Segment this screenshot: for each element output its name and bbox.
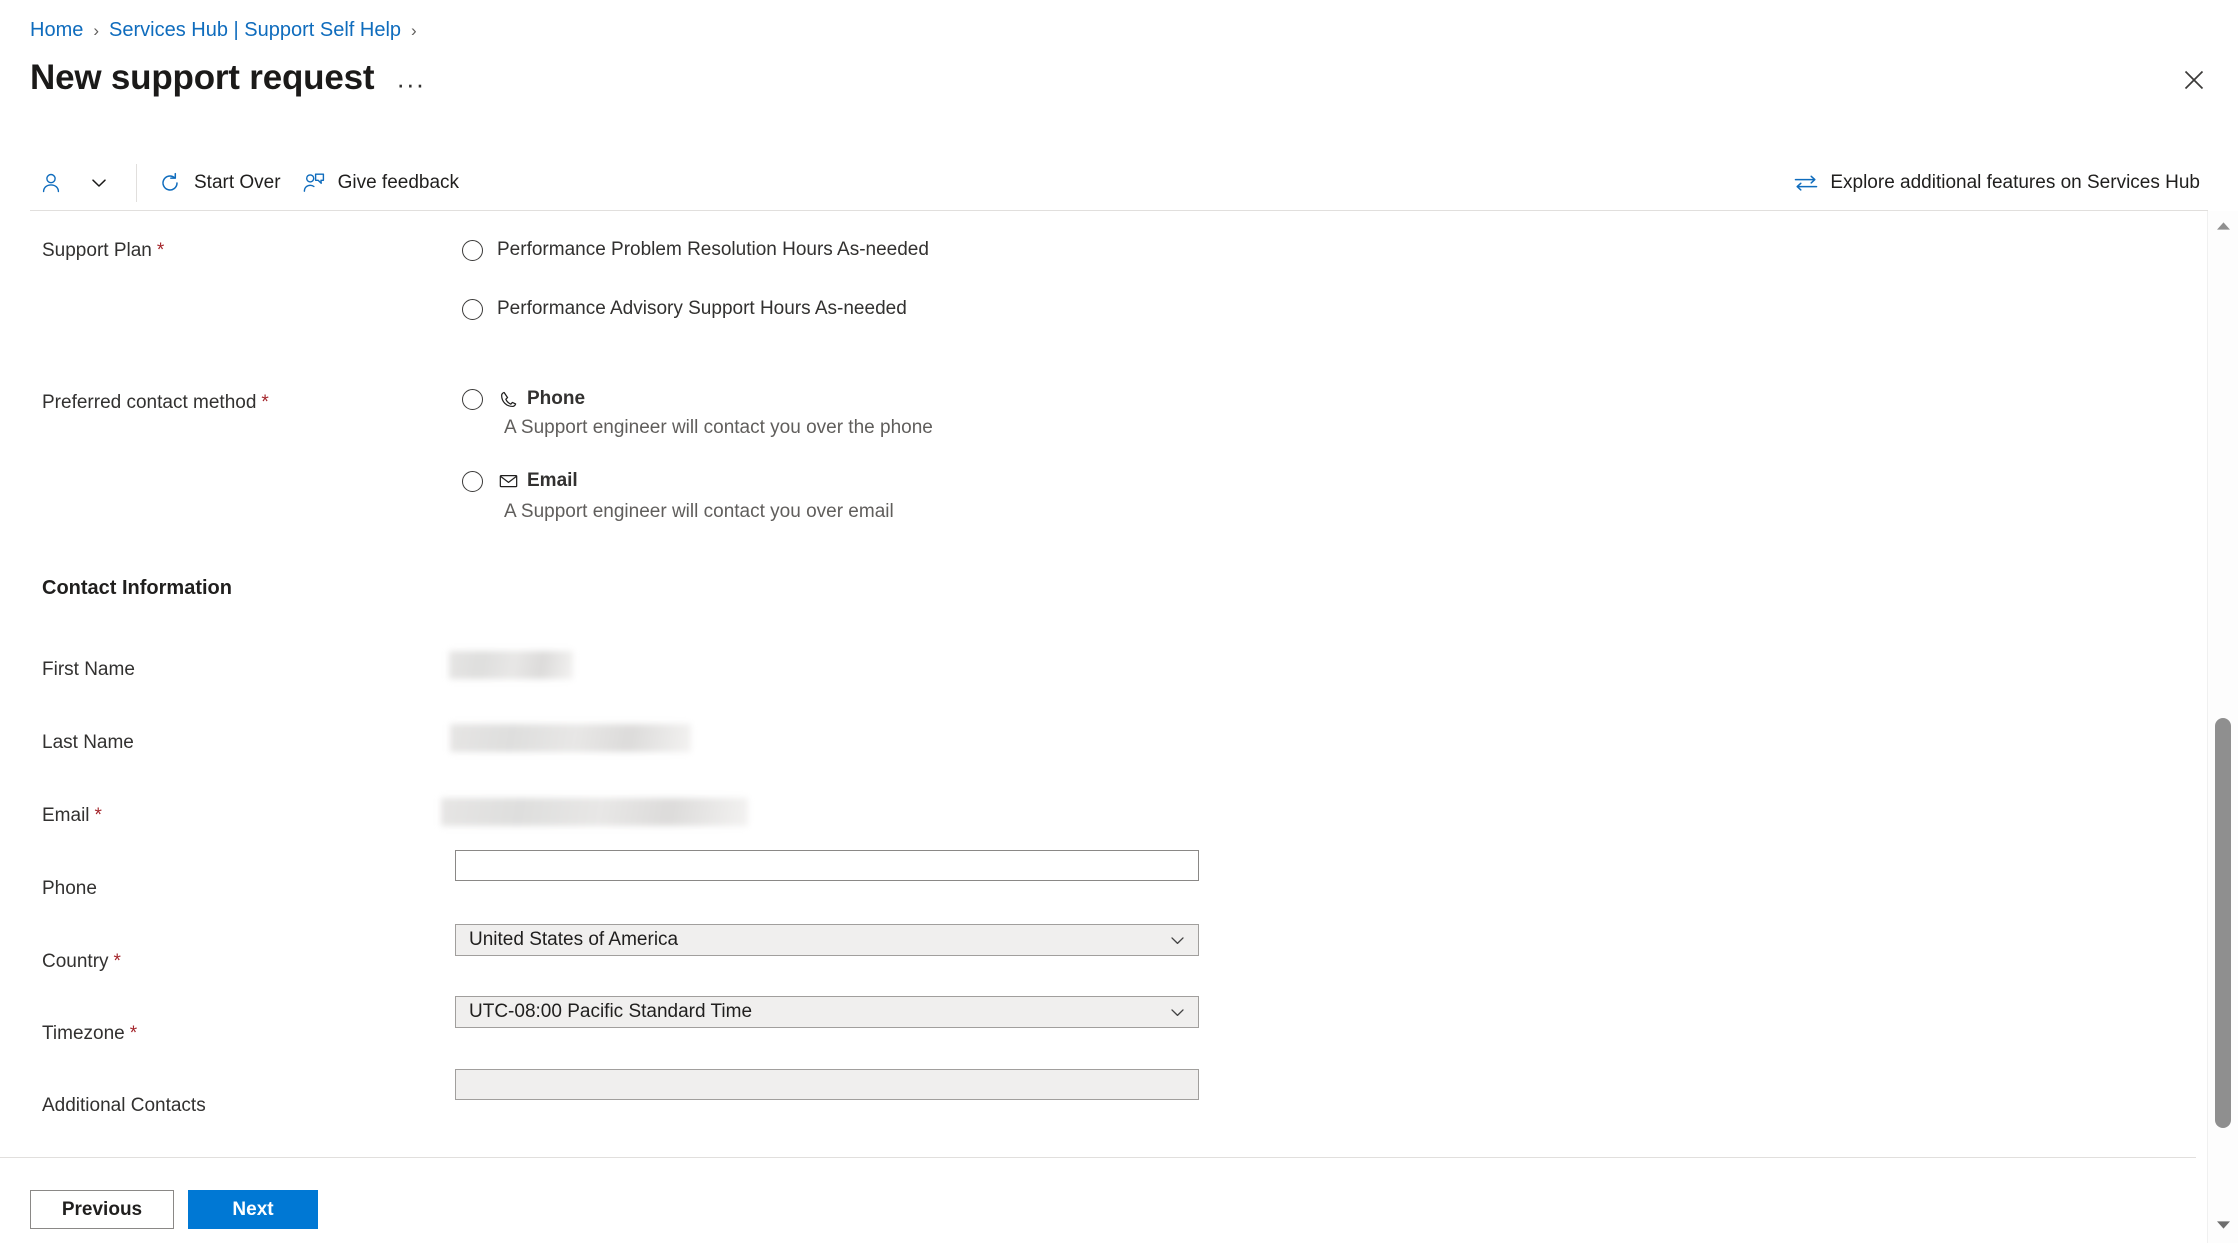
radio-contact-email-description: A Support engineer will contact you over… (504, 501, 894, 522)
country-label: Country * (42, 951, 121, 973)
vertical-scrollbar[interactable] (2207, 211, 2238, 1243)
footer-divider (0, 1157, 2196, 1158)
country-select[interactable]: United States of America (455, 924, 1199, 956)
required-asterisk: * (94, 805, 102, 826)
radio-circle-icon[interactable] (462, 471, 483, 492)
feedback-person-icon (301, 170, 327, 196)
first-name-label-text: First Name (42, 659, 135, 680)
additional-contacts-label: Additional Contacts (42, 1095, 206, 1117)
phone-label: Phone (42, 878, 97, 900)
give-feedback-button[interactable]: Give feedback (291, 161, 469, 205)
radio-contact-email-label: Email (527, 470, 578, 491)
radio-contact-phone-description: A Support engineer will contact you over… (504, 417, 933, 438)
radio-circle-icon[interactable] (462, 389, 483, 410)
breadcrumb: Home › Services Hub | Support Self Help … (30, 16, 427, 44)
radio-support-plan-0-label[interactable]: Performance Problem Resolution Hours As-… (497, 239, 929, 261)
required-asterisk: * (129, 1023, 138, 1044)
mail-icon (497, 471, 519, 491)
next-button[interactable]: Next (188, 1190, 318, 1229)
caret-up-icon (2216, 222, 2230, 230)
scroll-up-button[interactable] (2208, 215, 2238, 237)
title-row: New support request ··· (30, 56, 425, 100)
scroll-down-button[interactable] (2208, 1214, 2238, 1236)
chevron-down-icon (1168, 1003, 1187, 1022)
support-plan-label: Support Plan * (42, 240, 164, 262)
radio-support-plan-1-label[interactable]: Performance Advisory Support Hours As-ne… (497, 298, 907, 320)
timezone-label-text: Timezone (42, 1023, 125, 1044)
start-over-button[interactable]: Start Over (147, 161, 291, 205)
swap-arrows-icon (1793, 170, 1819, 196)
email-value-redacted (441, 798, 748, 826)
command-bar-divider (136, 164, 137, 202)
breadcrumb-separator-icon: › (93, 20, 100, 40)
close-icon (2184, 70, 2204, 90)
preferred-contact-method-label: Preferred contact method * (42, 392, 269, 414)
form-area: Support Plan * Performance Problem Resolu… (0, 211, 2196, 1146)
required-asterisk: * (113, 951, 121, 972)
required-asterisk: * (261, 392, 269, 413)
email-label: Email * (42, 805, 102, 827)
person-icon (38, 170, 64, 196)
previous-button[interactable]: Previous (30, 1190, 174, 1229)
first-name-value-redacted (449, 651, 573, 679)
chevron-down-icon (1168, 931, 1187, 950)
radio-contact-phone[interactable]: Phone (462, 388, 585, 410)
breadcrumb-item-home[interactable]: Home (30, 19, 83, 42)
contact-information-heading: Contact Information (42, 577, 232, 599)
last-name-label-text: Last Name (42, 732, 134, 753)
radio-circle-icon[interactable] (462, 299, 483, 320)
radio-contact-phone-head[interactable]: Phone (497, 388, 585, 410)
last-name-value-redacted (450, 724, 691, 752)
last-name-label: Last Name (42, 732, 134, 754)
account-button[interactable] (30, 161, 72, 205)
radio-circle-icon[interactable] (462, 240, 483, 261)
timezone-select-value: UTC-08:00 Pacific Standard Time (469, 1001, 753, 1022)
chevron-down-icon (86, 170, 112, 196)
explore-services-hub-button[interactable]: Explore additional features on Services … (1783, 161, 2210, 205)
timezone-select[interactable]: UTC-08:00 Pacific Standard Time (455, 996, 1199, 1028)
radio-support-plan-1[interactable]: Performance Advisory Support Hours As-ne… (462, 298, 907, 320)
preferred-contact-method-label-text: Preferred contact method (42, 392, 257, 413)
footer-actions: Previous Next (30, 1190, 318, 1229)
additional-contacts-input[interactable] (455, 1069, 1199, 1100)
close-button[interactable] (2176, 62, 2212, 98)
phone-icon (497, 389, 519, 409)
email-label-text: Email (42, 805, 90, 826)
command-bar: Start Over Give feedback Explore additio… (0, 155, 2238, 211)
start-over-label: Start Over (194, 172, 281, 193)
phone-label-text: Phone (42, 878, 97, 899)
breadcrumb-separator-icon: › (411, 20, 417, 40)
page-title: New support request (30, 58, 375, 97)
command-bar-right: Explore additional features on Services … (1783, 155, 2210, 211)
command-bar-left: Start Over Give feedback (0, 161, 469, 205)
caret-down-icon (2216, 1221, 2230, 1229)
country-select-value: United States of America (469, 929, 679, 950)
additional-contacts-label-text: Additional Contacts (42, 1095, 206, 1116)
radio-contact-email[interactable]: Email (462, 470, 578, 492)
explore-services-hub-label: Explore additional features on Services … (1830, 172, 2200, 193)
more-options-icon[interactable]: ··· (396, 62, 425, 97)
give-feedback-label: Give feedback (337, 172, 460, 193)
country-label-text: Country (42, 951, 109, 972)
support-plan-label-text: Support Plan (42, 240, 152, 261)
first-name-label: First Name (42, 659, 135, 681)
required-asterisk: * (156, 240, 165, 261)
refresh-icon (157, 170, 183, 196)
phone-input[interactable] (455, 850, 1199, 881)
timezone-label: Timezone * (42, 1023, 137, 1045)
radio-support-plan-0[interactable]: Performance Problem Resolution Hours As-… (462, 239, 929, 261)
radio-contact-phone-label: Phone (527, 388, 586, 409)
breadcrumb-item-services-hub[interactable]: Services Hub | Support Self Help (109, 19, 401, 42)
radio-contact-email-head[interactable]: Email (497, 470, 578, 492)
scrollbar-thumb[interactable] (2215, 718, 2231, 1128)
account-dropdown-button[interactable] (72, 161, 126, 205)
